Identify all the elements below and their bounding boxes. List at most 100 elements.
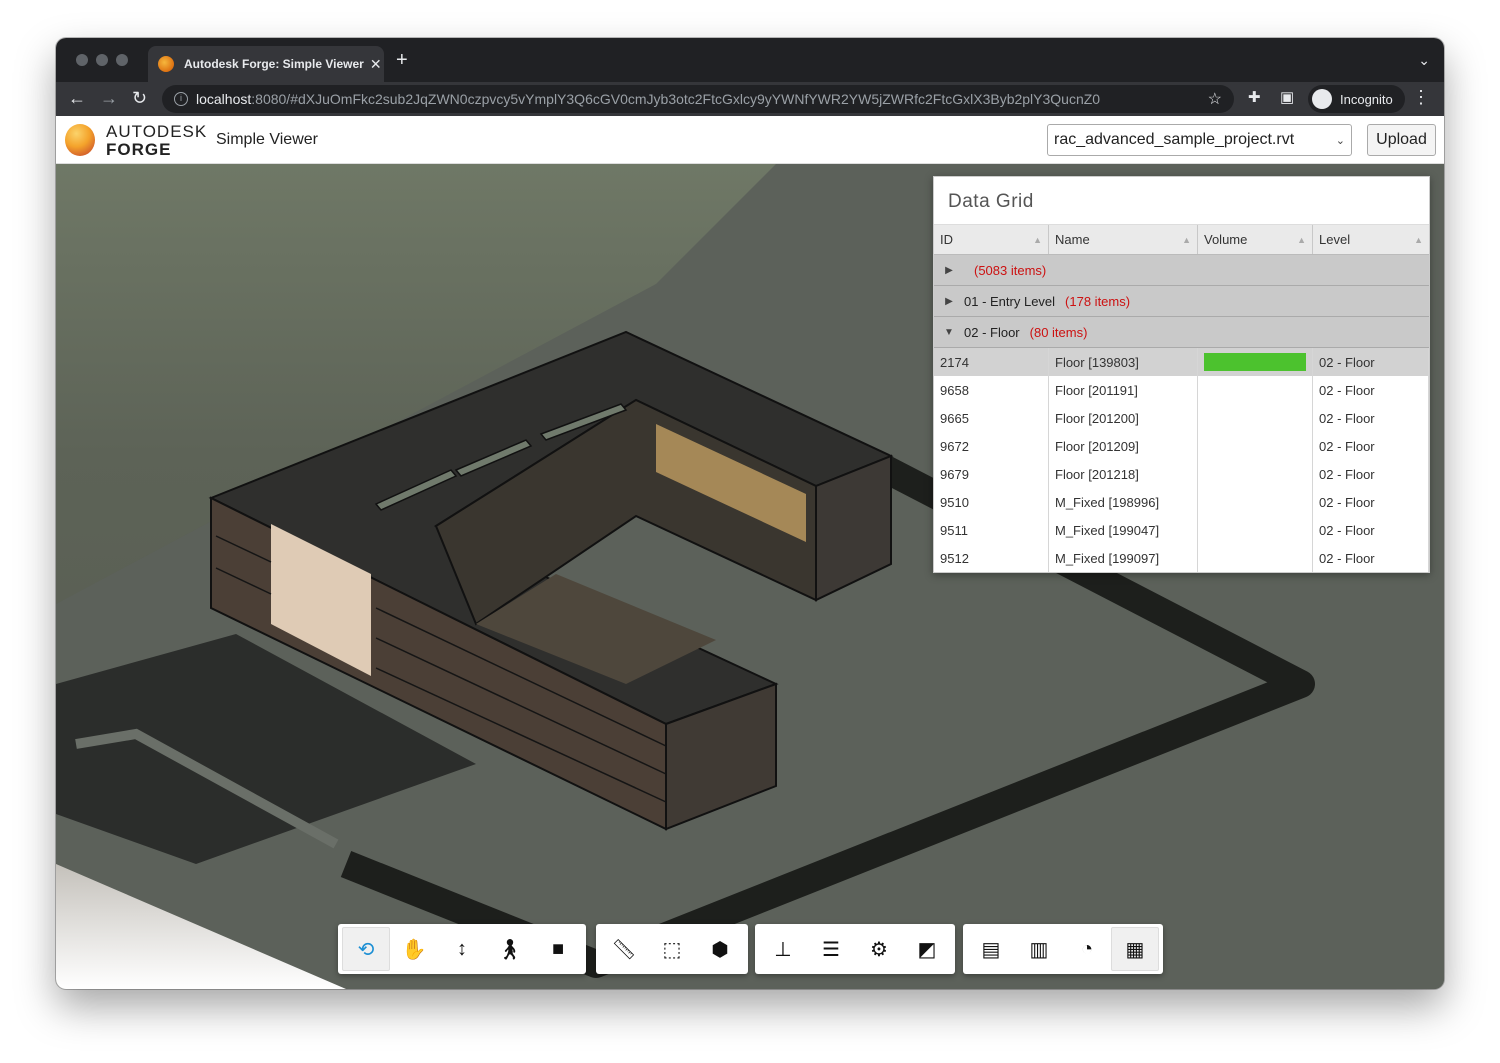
upload-button[interactable]: Upload [1367,124,1436,156]
minimize-window-button[interactable] [96,54,108,66]
cell-volume [1198,432,1313,460]
chevron-down-icon: ⌄ [1335,134,1345,147]
logo-line1: AUTODESK [106,122,208,141]
new-tab-button[interactable]: + [396,50,408,70]
cell-level: 02 - Floor [1313,376,1429,404]
cell-level: 02 - Floor [1313,460,1429,488]
collapse-triangle-icon[interactable]: ▼ [934,327,964,338]
cell-id: 9665 [934,404,1049,432]
column-header-label: Volume [1204,232,1248,247]
cell-id: 9679 [934,460,1049,488]
measure-icon[interactable]: 📏︎ [600,927,648,971]
tab-strip: Autodesk Forge: Simple Viewer ✕ + ⌄ [56,38,1444,82]
cell-volume [1198,376,1313,404]
extension-tools-group: ▤ ▥ ◔ ▦ [963,924,1163,974]
cell-volume [1198,516,1313,544]
cell-id: 2174 [934,348,1049,376]
forge-viewer-canvas[interactable]: Data Grid ID ▲ Name ▲ Volume ▲ Level ▲ ▶ (50… [56,164,1444,989]
incognito-icon [1312,89,1332,109]
group-count: (178 items) [1065,293,1131,309]
cell-level: 02 - Floor [1313,488,1429,516]
column-header-label: ID [940,232,953,247]
browser-tab[interactable]: Autodesk Forge: Simple Viewer ✕ [148,46,384,82]
browser-menu-icon[interactable]: ⋮ [1412,87,1430,108]
url-host: localhost [196,91,252,107]
cell-id: 9672 [934,432,1049,460]
column-header-volume[interactable]: Volume ▲ [1198,225,1313,254]
model-select[interactable]: rac_advanced_sample_project.rvt ⌄ [1047,124,1352,156]
column-header-label: Level [1319,232,1351,247]
cell-level: 02 - Floor [1313,432,1429,460]
browser-window: Autodesk Forge: Simple Viewer ✕ + ⌄ ← → … [56,38,1444,989]
group-row[interactable]: ▼ 02 - Floor (80 items) [934,317,1429,348]
tab-close-icon[interactable]: ✕ [370,56,382,73]
volume-bar [1204,353,1306,371]
close-window-button[interactable] [76,54,88,66]
settings-icon[interactable]: ⚙ [855,927,903,971]
first-person-icon[interactable]: 🚶︎ [486,927,534,971]
cell-id: 9658 [934,376,1049,404]
bookmark-star-icon[interactable]: ☆ [1208,89,1222,109]
forward-arrow-icon[interactable]: → [100,87,118,109]
cell-volume [1198,488,1313,516]
tab-title: Autodesk Forge: Simple Viewer [184,57,364,71]
table-row[interactable]: 9658 Floor [201191] 02 - Floor [934,376,1429,404]
model-select-value: rac_advanced_sample_project.rvt [1054,131,1295,148]
side-panel-icon[interactable]: ▣ [1280,88,1294,106]
logo-line2: FORGE [106,140,172,159]
cell-level: 02 - Floor [1313,348,1429,376]
site-info-icon[interactable]: i [174,92,188,106]
cell-name: Floor [139803] [1049,348,1198,376]
data-grid-panel: Data Grid ID ▲ Name ▲ Volume ▲ Level ▲ ▶ (50… [933,176,1430,573]
document-icon[interactable]: ▤ [967,927,1015,971]
explode-icon[interactable]: ⬢ [696,927,744,971]
table-row[interactable]: 2174 Floor [139803] 02 - Floor [934,348,1429,376]
tab-search-chevron-icon[interactable]: ⌄ [1418,52,1430,69]
reload-icon[interactable]: ↻ [132,87,147,109]
column-header-level[interactable]: Level ▲ [1313,225,1429,254]
back-arrow-icon[interactable]: ← [68,87,86,109]
group-row[interactable]: ▶ 01 - Entry Level (178 items) [934,286,1429,317]
cell-name: Floor [201209] [1049,432,1198,460]
expand-triangle-icon[interactable]: ▶ [934,265,964,276]
table-row[interactable]: 9665 Floor [201200] 02 - Floor [934,404,1429,432]
settings-tools-group: ⊥ ☰ ⚙ ◩ [755,924,955,974]
pan-icon[interactable]: ✋ [390,927,438,971]
column-header-id[interactable]: ID ▲ [934,225,1049,254]
table-row[interactable]: 9512 M_Fixed [199097] 02 - Floor [934,544,1429,572]
extensions-puzzle-icon[interactable]: ✚ [1248,88,1261,106]
group-row[interactable]: ▶ (5083 items) [934,255,1429,286]
cell-level: 02 - Floor [1313,516,1429,544]
fullscreen-icon[interactable]: ◩ [903,927,951,971]
table-row[interactable]: 9679 Floor [201218] 02 - Floor [934,460,1429,488]
expand-triangle-icon[interactable]: ▶ [934,296,964,307]
data-grid-icon[interactable]: ▦ [1111,927,1159,971]
cell-name: Floor [201191] [1049,376,1198,404]
cell-name: M_Fixed [198996] [1049,488,1198,516]
incognito-profile-button[interactable]: Incognito [1308,85,1405,113]
data-grid-body: 2174 Floor [139803] 02 - Floor 9658 Floor [2… [934,348,1429,572]
cell-name: Floor [201218] [1049,460,1198,488]
maximize-window-button[interactable] [116,54,128,66]
bar-chart-icon[interactable]: ▥ [1015,927,1063,971]
orbit-icon[interactable]: ⟲ [342,927,390,971]
group-count: (5083 items) [974,262,1047,278]
camera-icon[interactable]: ■ [534,927,582,971]
sort-arrow-icon: ▲ [1182,234,1191,245]
cell-id: 9510 [934,488,1049,516]
column-header-name[interactable]: Name ▲ [1049,225,1198,254]
group-count: (80 items) [1029,324,1088,340]
table-row[interactable]: 9511 M_Fixed [199047] 02 - Floor [934,516,1429,544]
pie-chart-icon[interactable]: ◔ [1063,927,1111,971]
column-header-label: Name [1055,232,1090,247]
cell-volume [1198,404,1313,432]
browser-toolbar: ← → ↻ i localhost :8080/#dXJuOmFkc2sub2J… [56,82,1444,116]
section-icon[interactable]: ⬚ [648,927,696,971]
address-bar[interactable]: i localhost :8080/#dXJuOmFkc2sub2JqZWN0c… [162,85,1234,113]
model-browser-icon[interactable]: ⊥ [759,927,807,971]
properties-icon[interactable]: ☰ [807,927,855,971]
table-row[interactable]: 9672 Floor [201209] 02 - Floor [934,432,1429,460]
cell-id: 9512 [934,544,1049,572]
table-row[interactable]: 9510 M_Fixed [198996] 02 - Floor [934,488,1429,516]
zoom-icon[interactable]: ↕ [438,927,486,971]
